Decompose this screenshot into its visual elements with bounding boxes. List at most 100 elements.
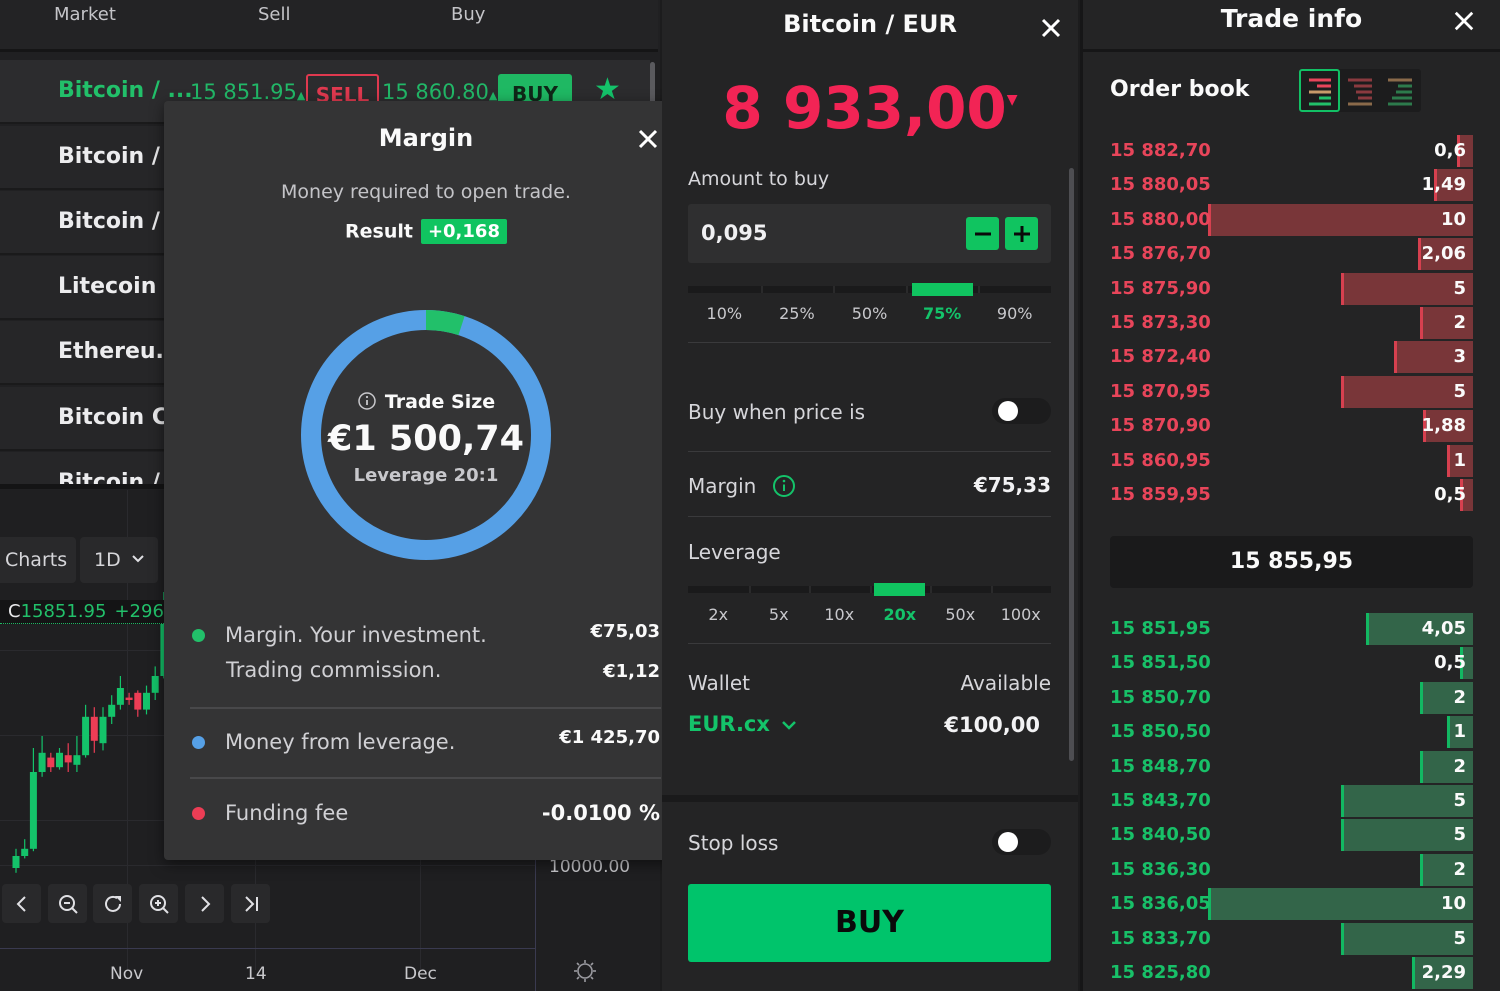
amount-option[interactable]: 50% <box>840 304 900 323</box>
scroll-right-button[interactable] <box>185 884 224 923</box>
increase-amount-button[interactable] <box>1005 217 1038 250</box>
ask-quantity: 2,06 <box>1421 243 1466 265</box>
candle-body <box>64 755 72 763</box>
scroll-left-button[interactable] <box>2 884 41 923</box>
bid-quantity: 0,5 <box>1434 652 1466 674</box>
ask-price: 15 860,95 <box>1110 449 1211 471</box>
column-buy[interactable]: Buy <box>451 4 485 25</box>
interval-dropdown[interactable]: 1D <box>80 537 158 583</box>
view-asks-button[interactable] <box>1340 69 1381 112</box>
amount-option[interactable]: 90% <box>985 304 1045 323</box>
ask-row[interactable]: 15 870,90 1,88 <box>1110 409 1473 443</box>
close-icon[interactable] <box>1453 10 1475 32</box>
view-both-button[interactable] <box>1299 69 1340 112</box>
bid-price: 15 850,70 <box>1110 686 1211 708</box>
buy-when-toggle[interactable] <box>992 398 1051 424</box>
zoom-in-button[interactable] <box>139 884 178 923</box>
ask-price: 15 859,95 <box>1110 484 1211 505</box>
amount-value[interactable]: 0,095 <box>701 221 767 245</box>
bid-row[interactable]: 15 851,50 0,5 <box>1110 646 1473 680</box>
bid-row[interactable]: 15 848,70 2 <box>1110 750 1473 783</box>
margin-dot-icon <box>192 629 205 642</box>
bid-row[interactable]: 15 851,95 4,05 <box>1110 612 1473 645</box>
bid-price: 15 851,95 <box>1110 618 1211 639</box>
ask-row[interactable]: 15 859,95 0,5 <box>1110 478 1473 511</box>
decrease-amount-button[interactable] <box>966 217 999 250</box>
ask-row[interactable]: 15 860,95 1 <box>1110 444 1473 477</box>
order-form-scrollbar[interactable] <box>1069 168 1074 761</box>
divider <box>190 777 661 779</box>
candle-body <box>21 848 29 856</box>
wallet-dropdown[interactable]: EUR.cx <box>688 712 797 736</box>
available-value: €100,00 <box>944 713 1040 737</box>
leverage-option[interactable]: 5x <box>749 605 809 624</box>
ask-price: 15 872,40 <box>1110 346 1211 368</box>
divider <box>688 516 1051 517</box>
ask-row[interactable]: 15 873,30 2 <box>1110 306 1473 339</box>
bid-quantity: 1 <box>1453 721 1466 743</box>
divider <box>688 451 1051 452</box>
leverage-option[interactable]: 100x <box>991 605 1051 624</box>
bid-row[interactable]: 15 850,70 2 <box>1110 681 1473 714</box>
close-icon[interactable] <box>1039 16 1063 40</box>
leverage-option[interactable]: 20x <box>870 605 930 624</box>
candle-body <box>73 755 81 765</box>
leverage-option[interactable]: 50x <box>930 605 990 624</box>
bid-row[interactable]: 15 840,50 5 <box>1110 818 1473 852</box>
ask-row[interactable]: 15 880,00 10 <box>1110 203 1473 236</box>
order-book-mid-price: 15 855,95 <box>1110 536 1473 588</box>
candle-body <box>47 757 55 768</box>
amount-handle[interactable] <box>911 283 973 296</box>
charts-button[interactable]: Charts <box>0 537 76 583</box>
bid-row[interactable]: 15 836,05 10 <box>1110 887 1473 921</box>
order-book-bids-icon <box>1388 78 1412 106</box>
ask-row[interactable]: 15 880,05 1,49 <box>1110 168 1473 202</box>
close-icon[interactable] <box>636 127 660 151</box>
ask-quantity: 5 <box>1453 380 1466 402</box>
trade-info-title: Trade info <box>1220 4 1363 33</box>
info-icon[interactable] <box>357 391 377 411</box>
zoom-out-button[interactable] <box>48 884 87 923</box>
column-market[interactable]: Market <box>54 4 116 25</box>
amount-option[interactable]: 25% <box>767 304 827 323</box>
ask-row[interactable]: 15 872,40 3 <box>1110 340 1473 374</box>
buy-submit-button[interactable]: BUY <box>688 884 1051 962</box>
view-bids-button[interactable] <box>1380 69 1421 112</box>
x-axis-tick: Nov <box>110 964 144 984</box>
leverage-option[interactable]: 10x <box>809 605 869 624</box>
order-book-view-toggle <box>1299 69 1421 112</box>
candle-body <box>151 676 159 693</box>
bid-row[interactable]: 15 836,30 2 <box>1110 853 1473 886</box>
ask-price: 15 880,00 <box>1110 208 1211 230</box>
margin-info-icon[interactable] <box>772 474 796 498</box>
ask-row[interactable]: 15 875,90 5 <box>1110 272 1473 305</box>
plus-icon <box>1013 225 1030 242</box>
column-sell[interactable]: Sell <box>258 4 291 25</box>
amount-option[interactable]: 10% <box>694 304 754 323</box>
ask-row[interactable]: 15 870,95 5 <box>1110 375 1473 408</box>
ask-row[interactable]: 15 882,70 0,6 <box>1110 134 1473 167</box>
bid-row[interactable]: 15 843,70 5 <box>1110 784 1473 817</box>
bid-quantity: 2 <box>1453 686 1466 708</box>
margin-value: €75,33 <box>973 473 1051 497</box>
amount-track[interactable] <box>688 286 1051 293</box>
leverage-dot-icon <box>192 736 205 749</box>
go-to-latest-button[interactable] <box>231 884 270 923</box>
trade-info-header: Trade info <box>1083 0 1500 52</box>
amount-option[interactable]: 75% <box>912 304 972 323</box>
bid-row[interactable]: 15 833,70 5 <box>1110 922 1473 955</box>
reset-button[interactable] <box>93 884 132 923</box>
margin-modal: Margin Money required to open trade. Res… <box>164 101 688 860</box>
ask-row[interactable]: 15 876,70 2,06 <box>1110 237 1473 271</box>
order-book-title: Order book <box>1110 77 1250 102</box>
bid-row[interactable]: 15 825,80 2,29 <box>1110 956 1473 989</box>
leverage-handle[interactable] <box>874 583 926 596</box>
stop-loss-toggle[interactable] <box>992 829 1051 855</box>
leverage-option[interactable]: 2x <box>688 605 748 624</box>
trade-size-label: Trade Size <box>164 391 688 413</box>
candle-body <box>29 772 37 849</box>
ask-quantity: 1,88 <box>1421 415 1466 437</box>
bid-row[interactable]: 15 850,50 1 <box>1110 715 1473 749</box>
amount-input[interactable]: 0,095 <box>688 204 1051 263</box>
settings-icon[interactable] <box>573 959 597 983</box>
